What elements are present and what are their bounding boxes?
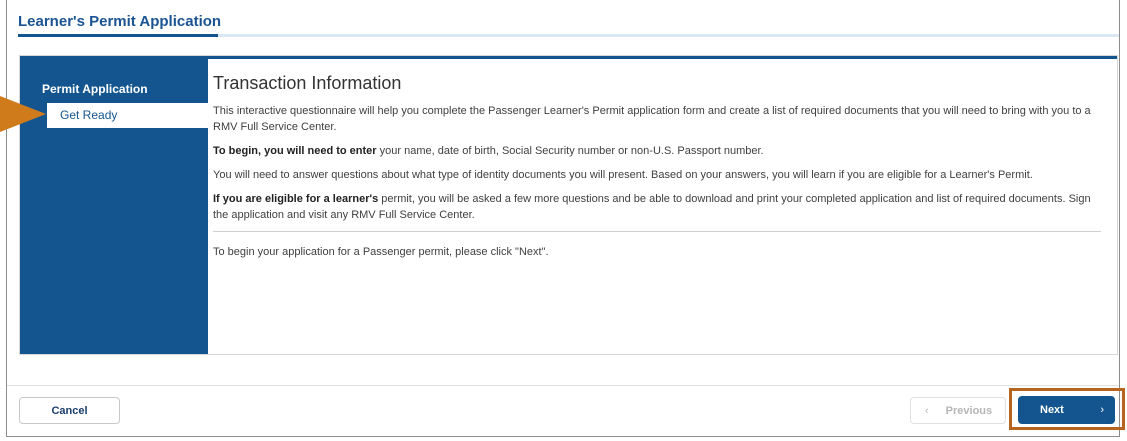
chevron-left-icon: ‹ (925, 404, 929, 417)
section-heading: Transaction Information (213, 73, 402, 93)
content-top-border (20, 56, 1117, 59)
main-content: Transaction Information This interactive… (213, 73, 1103, 268)
sidebar-heading: Permit Application (42, 82, 148, 96)
next-label: Next (1040, 404, 1064, 416)
next-instruction: To begin your application for a Passenge… (213, 246, 549, 258)
cancel-label: Cancel (51, 404, 88, 417)
app-title: Learner's Permit Application (18, 13, 222, 30)
begin-text: your name, date of birth, Social Securit… (376, 145, 764, 157)
begin-paragraph: To begin, you will need to enter your na… (213, 143, 1103, 159)
previous-label: Previous (945, 404, 993, 417)
eligible-paragraph: If you are eligible for a learner's perm… (213, 191, 1103, 223)
cancel-button[interactable]: Cancel (19, 397, 120, 424)
footer-divider (7, 385, 1119, 386)
previous-button[interactable]: ‹ Previous (910, 397, 1006, 424)
sidebar: Permit Application Get Ready (20, 56, 208, 354)
title-underline-accent (18, 34, 218, 37)
intro-paragraph: This interactive questionnaire will help… (213, 105, 1091, 133)
annotation-arrow (0, 96, 46, 132)
next-button[interactable]: Next › (1018, 396, 1115, 424)
content-divider (213, 231, 1101, 232)
sidebar-item-get-ready[interactable]: Get Ready (47, 103, 208, 128)
identity-paragraph: You will need to answer questions about … (213, 169, 1033, 181)
eligible-bold-text: If you are eligible for a learner's (213, 193, 379, 205)
chevron-right-icon: › (1100, 404, 1104, 416)
begin-bold-text: To begin, you will need to enter (213, 145, 377, 157)
